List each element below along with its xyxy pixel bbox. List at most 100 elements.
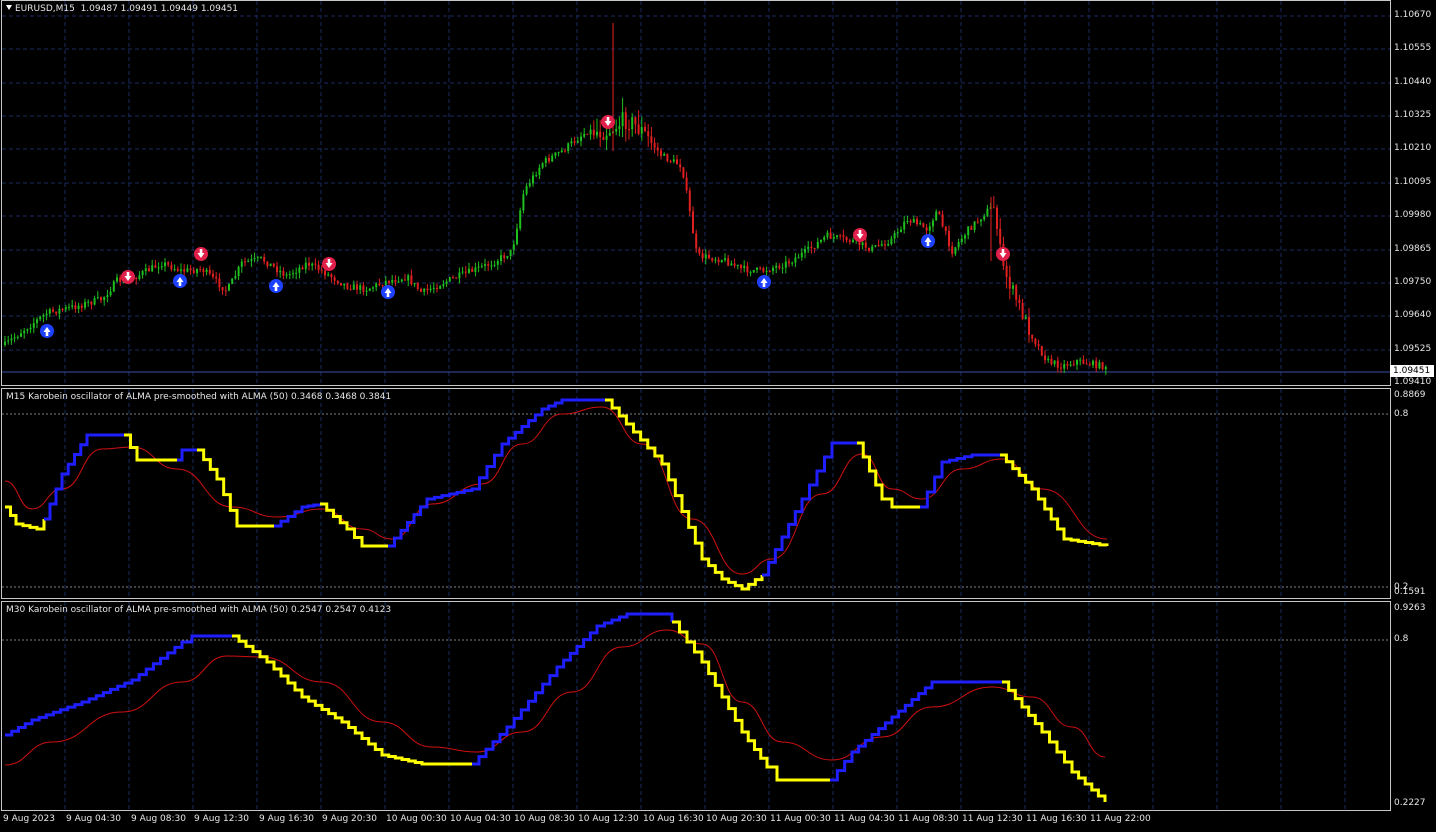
candle-body <box>599 131 602 138</box>
candle-body <box>724 258 726 261</box>
candle-body <box>333 277 336 281</box>
buy-signal-icon[interactable] <box>757 275 771 289</box>
oscillator-m30-plot[interactable] <box>1 601 1391 811</box>
dropdown-triangle-icon[interactable] <box>6 5 12 10</box>
candle-body <box>743 265 746 269</box>
buy-signal-icon[interactable] <box>921 234 935 248</box>
oscillator-m15-canvas[interactable] <box>2 389 1390 598</box>
main-chart-plot[interactable] <box>1 0 1391 386</box>
candle-body <box>695 233 698 249</box>
candle-body <box>701 253 704 259</box>
time-axis-label: 11 Aug 16:30 <box>1026 814 1087 824</box>
candle-body <box>154 265 157 268</box>
sell-signal-icon[interactable] <box>322 257 336 271</box>
candle-body <box>992 207 995 209</box>
time-axis-label: 10 Aug 20:30 <box>706 814 767 824</box>
candle-body <box>676 159 678 165</box>
candle-body <box>119 277 122 282</box>
candle-body <box>148 268 150 272</box>
candle-body <box>404 279 406 281</box>
candle-body <box>733 263 736 266</box>
candle-body <box>100 297 102 301</box>
candle-body <box>208 269 211 274</box>
price-chart-canvas[interactable] <box>2 1 1390 385</box>
oscillator-m15-plot[interactable] <box>1 388 1391 599</box>
candle-body <box>928 226 931 231</box>
chart-title: EURUSD,M15 1.09487 1.09491 1.09449 1.094… <box>6 4 238 14</box>
candle-body <box>167 262 170 265</box>
candle-body <box>823 237 826 240</box>
sell-signal-icon[interactable] <box>194 247 208 261</box>
candle-body <box>778 265 781 268</box>
candle-body <box>644 127 646 132</box>
candle-body <box>64 307 67 310</box>
candle-body <box>1069 364 1072 366</box>
candle-body <box>164 262 166 267</box>
candle-body <box>1079 359 1082 361</box>
osc2-falling-segment <box>672 620 830 782</box>
candle-body <box>1018 299 1021 303</box>
candle-body <box>1012 285 1014 289</box>
buy-signal-icon[interactable] <box>173 274 187 288</box>
candle-body <box>951 246 954 254</box>
candle-body <box>1028 316 1030 335</box>
sell-signal-icon[interactable] <box>121 270 135 284</box>
candle-body <box>288 274 291 276</box>
candle-body <box>800 252 803 258</box>
candle-body <box>1034 338 1037 345</box>
candle-body <box>679 164 682 168</box>
candle-body <box>480 265 483 267</box>
time-axis-label: 9 Aug 16:30 <box>259 814 314 824</box>
time-axis-label: 9 Aug 20:30 <box>322 814 377 824</box>
candle-body <box>519 210 522 229</box>
price-axis-label: 1.09525 <box>1394 344 1432 354</box>
candle-body <box>138 275 141 280</box>
sell-signal-icon[interactable] <box>601 115 615 129</box>
candle-body <box>909 220 912 223</box>
time-axis-label: 11 Aug 22:00 <box>1090 814 1151 824</box>
candle-body <box>256 257 259 259</box>
osc1-rising-segment <box>762 441 857 577</box>
candle-body <box>80 305 83 308</box>
candle-body <box>980 219 982 222</box>
candle-body <box>640 127 643 134</box>
candle-body <box>560 150 563 153</box>
candle-body <box>762 268 765 272</box>
sell-signal-icon[interactable] <box>853 228 867 242</box>
candle-body <box>272 263 275 267</box>
candle-body <box>535 175 538 177</box>
candle-body <box>871 246 874 251</box>
candle-body <box>304 262 307 270</box>
candle-body <box>685 177 688 191</box>
candle-body <box>525 186 528 195</box>
oscillator-m30-canvas[interactable] <box>2 602 1390 810</box>
time-axis-label: 11 Aug 08:30 <box>898 814 959 824</box>
candle-body <box>788 261 790 264</box>
candle-body <box>359 285 362 290</box>
price-axis-label: 1.09410 <box>1394 377 1432 387</box>
candle-body <box>903 221 906 230</box>
candle-body <box>423 288 426 292</box>
buy-signal-icon[interactable] <box>381 285 395 299</box>
buy-signal-icon[interactable] <box>269 279 283 293</box>
candle-body <box>647 131 650 137</box>
main-chart-pane[interactable]: EURUSD,M15 1.09487 1.09491 1.09449 1.094… <box>0 0 1436 387</box>
candle-body <box>983 216 986 220</box>
candle-body <box>39 316 42 320</box>
candle-body <box>964 235 966 239</box>
candle-body <box>836 235 838 237</box>
time-axis-label: 11 Aug 12:30 <box>962 814 1023 824</box>
candle-body <box>240 261 243 267</box>
candle-body <box>490 265 493 267</box>
candle-body <box>784 261 787 268</box>
osc2-level-high-label: 0.8 <box>1394 634 1409 644</box>
candle-body <box>199 269 202 271</box>
sell-signal-icon[interactable] <box>996 247 1010 261</box>
buy-signal-icon[interactable] <box>40 324 54 338</box>
candle-body <box>77 305 80 309</box>
oscillator-m30-pane[interactable]: M30 Karobein oscillator of ALMA pre-smoo… <box>0 601 1436 811</box>
time-axis[interactable]: 9 Aug 2023 9 Aug 04:30 9 Aug 08:30 9 Aug 12… <box>0 811 1436 832</box>
candle-body <box>432 287 435 289</box>
candle-body <box>410 275 413 285</box>
oscillator-m15-pane[interactable]: M15 Karobein oscillator of ALMA pre-smoo… <box>0 388 1436 599</box>
